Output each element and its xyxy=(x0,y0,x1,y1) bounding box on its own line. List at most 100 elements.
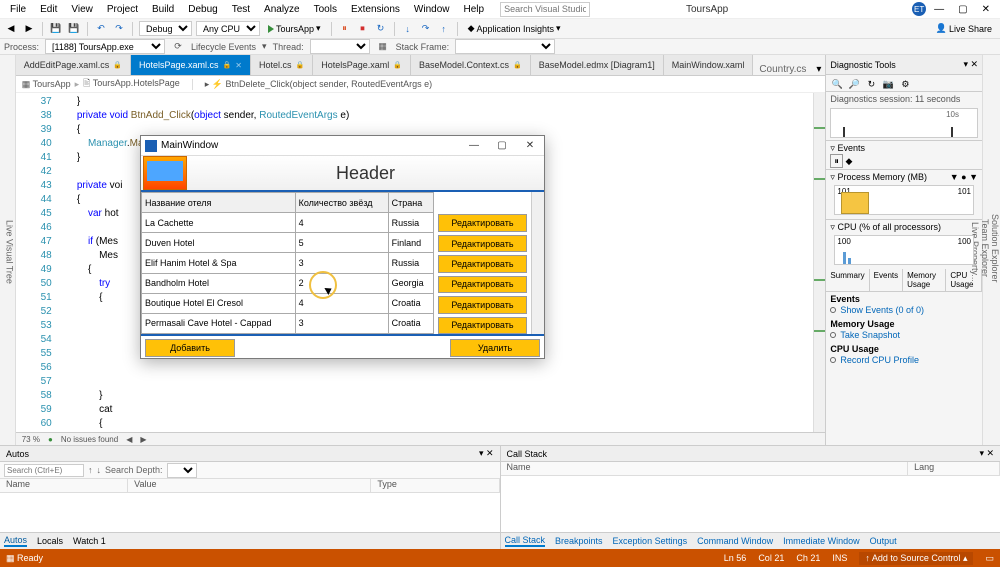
thread-icon[interactable]: ▦ xyxy=(376,40,390,54)
tab-watch1[interactable]: Watch 1 xyxy=(73,536,106,546)
diag-events-link[interactable]: Show Events (0 of 0) xyxy=(830,304,978,316)
tabs-dropdown-icon[interactable]: ▾ xyxy=(812,64,825,75)
diag-cpu-graph[interactable]: 100100 xyxy=(834,235,974,265)
tab-immediate[interactable]: Immediate Window xyxy=(783,536,860,546)
tab-hotelspage-cs[interactable]: HotelsPage.xaml.cs🔒✕ xyxy=(131,55,251,75)
step-over-icon[interactable]: ↷ xyxy=(419,22,433,36)
status-ch[interactable]: Ch 21 xyxy=(796,553,820,563)
app-insights-button[interactable]: ◆ Application Insights ▾ xyxy=(464,22,565,35)
col-country[interactable]: Страна xyxy=(388,193,433,213)
crumb-ns[interactable]: ▦ ToursApp xyxy=(22,79,71,90)
search-up-icon[interactable]: ↑ xyxy=(88,465,93,475)
chevron-right-icon[interactable]: ▶ xyxy=(140,435,146,444)
left-toolwindow-rail[interactable]: Live Visual Tree xyxy=(0,55,16,445)
cell[interactable]: Georgia xyxy=(388,273,433,293)
panel-close-icon[interactable]: ▾ ✕ xyxy=(979,448,994,459)
col-value[interactable]: Value xyxy=(128,479,371,492)
cell[interactable]: 5 xyxy=(295,233,388,253)
edit-button[interactable]: Редактировать xyxy=(438,276,528,293)
redo-icon[interactable]: ↷ xyxy=(112,22,126,36)
run-button[interactable]: ToursApp ▾ xyxy=(264,22,325,35)
table-row[interactable]: Bandholm Hotel2Georgia xyxy=(142,273,434,293)
right-toolwindow-rail[interactable]: Solution Explorer Team Explorer Live Pro… xyxy=(982,55,1000,445)
edit-button[interactable]: Редактировать xyxy=(438,255,528,272)
cell[interactable]: Russia xyxy=(388,253,433,273)
tab-autos[interactable]: Autos xyxy=(4,535,27,547)
window-minimize-icon[interactable]: — xyxy=(928,4,950,15)
table-row[interactable]: Permasali Cave Hotel - Cappad3Croatia xyxy=(142,313,434,333)
process-select[interactable]: [1188] ToursApp.exe xyxy=(45,39,165,54)
callstack-grid[interactable] xyxy=(501,476,1000,532)
nav-fwd-icon[interactable]: ▶ xyxy=(22,22,36,36)
menu-debug[interactable]: Debug xyxy=(182,2,223,17)
step-into-icon[interactable]: ↓ xyxy=(401,22,415,36)
save-icon[interactable]: 💾 xyxy=(49,22,63,36)
autos-search-input[interactable] xyxy=(4,464,84,477)
close-icon[interactable]: ✕ xyxy=(520,140,540,151)
window-restore-icon[interactable]: ▢ xyxy=(952,4,973,15)
panel-close-icon[interactable]: ▾ ✕ xyxy=(479,448,494,459)
cell[interactable]: Duven Hotel xyxy=(142,233,296,253)
tab-basemodel-edmx[interactable]: BaseModel.edmx [Diagram1] xyxy=(531,55,664,75)
stackframe-select[interactable] xyxy=(455,39,555,54)
autos-grid[interactable] xyxy=(0,493,500,532)
diag-reset-icon[interactable]: ↻ xyxy=(864,77,878,91)
menu-analyze[interactable]: Analyze xyxy=(258,2,306,17)
col-hotel-name[interactable]: Название отеля xyxy=(142,193,296,213)
tab-output[interactable]: Output xyxy=(870,536,897,546)
diag-snapshot-link[interactable]: Take Snapshot xyxy=(830,329,978,341)
cell[interactable]: 3 xyxy=(295,313,388,333)
diag-camera-icon[interactable]: 📷 xyxy=(881,77,895,91)
scroll-map[interactable] xyxy=(813,93,825,432)
menu-edit[interactable]: Edit xyxy=(34,2,63,17)
cell[interactable]: 4 xyxy=(295,293,388,313)
delete-button[interactable]: Удалить xyxy=(450,339,540,357)
col-type[interactable]: Type xyxy=(371,479,499,492)
tab-command[interactable]: Command Window xyxy=(697,536,773,546)
save-all-icon[interactable]: 💾 xyxy=(67,22,81,36)
col-stars[interactable]: Количество звёзд xyxy=(295,193,388,213)
edit-button[interactable]: Редактировать xyxy=(438,296,528,313)
cell[interactable]: Croatia xyxy=(388,293,433,313)
liveshare-button[interactable]: 👤 Live Share xyxy=(932,22,996,35)
cell[interactable]: 4 xyxy=(295,213,388,233)
diag-tab-memory[interactable]: Memory Usage xyxy=(903,269,946,291)
stop-icon[interactable]: ⏹ xyxy=(356,22,370,36)
cell[interactable]: Russia xyxy=(388,213,433,233)
cell[interactable]: Finland xyxy=(388,233,433,253)
col-lang[interactable]: Lang xyxy=(908,462,1000,475)
menu-test[interactable]: Test xyxy=(226,2,256,17)
status-ln[interactable]: Ln 56 xyxy=(724,553,747,563)
pause-icon[interactable]: ⏸ xyxy=(338,22,352,36)
menu-project[interactable]: Project xyxy=(101,2,144,17)
table-row[interactable]: Duven Hotel5Finland xyxy=(142,233,434,253)
crumb-method[interactable]: ▸ ⚡ BtnDelete_Click(object sender, Route… xyxy=(192,79,820,90)
step-out-icon[interactable]: ↑ xyxy=(437,22,451,36)
tab-callstack[interactable]: Call Stack xyxy=(505,535,546,547)
cell[interactable]: 2 xyxy=(295,273,388,293)
cell[interactable]: Permasali Cave Hotel - Cappad xyxy=(142,313,296,333)
zoom-pct[interactable]: 73 % xyxy=(22,435,40,444)
menu-window[interactable]: Window xyxy=(408,2,456,17)
hotels-grid[interactable]: Название отеля Количество звёзд Страна L… xyxy=(141,192,434,334)
cell[interactable]: Croatia xyxy=(388,313,433,333)
table-row[interactable]: Boutique Hotel El Cresol4Croatia xyxy=(142,293,434,313)
edit-button[interactable]: Редактировать xyxy=(438,214,528,231)
diag-zoom-in-icon[interactable]: 🔍 xyxy=(830,77,844,91)
depth-select[interactable] xyxy=(167,463,197,478)
tabs-overflow[interactable]: Country.cs xyxy=(753,64,812,75)
col-name[interactable]: Name xyxy=(0,479,128,492)
crumb-class[interactable]: 🖹 ToursApp.HotelsPage xyxy=(83,76,180,92)
diag-zoom-out-icon[interactable]: 🔎 xyxy=(847,77,861,91)
menu-extensions[interactable]: Extensions xyxy=(345,2,406,17)
diag-tab-summary[interactable]: Summary xyxy=(826,269,869,291)
status-col[interactable]: Col 21 xyxy=(758,553,784,563)
cell[interactable]: Bandholm Hotel xyxy=(142,273,296,293)
tab-hotelspage-xaml[interactable]: HotelsPage.xaml🔒 xyxy=(313,55,411,75)
table-row[interactable]: Elif Hanim Hotel & Spa3Russia xyxy=(142,253,434,273)
thread-select[interactable] xyxy=(310,39,370,54)
search-down-icon[interactable]: ↓ xyxy=(97,465,102,475)
restart-icon[interactable]: ↻ xyxy=(374,22,388,36)
diag-cpu-link[interactable]: Record CPU Profile xyxy=(830,354,978,366)
col-name[interactable]: Name xyxy=(501,462,909,475)
